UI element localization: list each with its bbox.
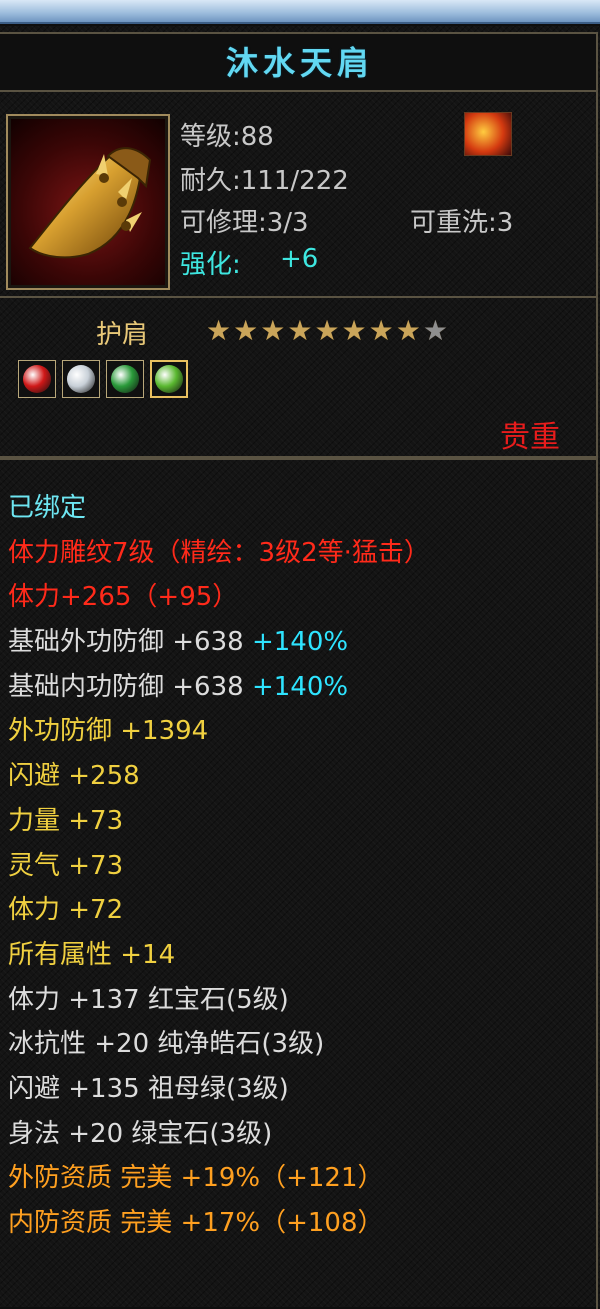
gem-attribute-line: 冰抗性 +20 纯净皓石(3级) [8, 1029, 325, 1060]
gem-socket-icon[interactable] [106, 360, 144, 398]
gem-attribute-line: 闪避 +135 祖母绿(3级) [8, 1073, 289, 1104]
window-title-strip [0, 0, 600, 24]
star-icon: ★ [395, 314, 421, 347]
star-icon: ★ [233, 314, 259, 347]
item-slot: 护肩 [96, 320, 149, 350]
item-icon [6, 114, 170, 290]
gem-sockets [18, 360, 188, 398]
attribute-line: 体力 +72 [8, 895, 124, 926]
attribute-line: 体力雕纹7级（精绘：3级2等·猛击） [8, 537, 430, 568]
star-icon: ★ [368, 314, 394, 347]
attribute-line: 闪避 +258 [8, 761, 140, 792]
bound-status: 已绑定 [8, 493, 87, 523]
gem-attribute-line: 身法 +20 绿宝石(3级) [8, 1118, 273, 1149]
attribute-line: 体力+265（+95） [8, 582, 239, 613]
star-icon: ★ [422, 314, 448, 347]
item-level: 等级:88 [180, 122, 274, 152]
star-icon: ★ [287, 314, 313, 347]
fire-emblem-icon [464, 112, 512, 156]
gem-attribute-line: 体力 +137 红宝石(5级) [8, 984, 289, 1015]
star-icon: ★ [314, 314, 340, 347]
gem-socket-icon[interactable] [150, 360, 188, 398]
rarity-label: 贵重 [500, 420, 560, 455]
gem-icon [23, 365, 51, 393]
item-durability: 耐久:111/222 [180, 166, 349, 196]
gem-icon [67, 365, 95, 393]
attribute-list: 已绑定 体力雕纹7级（精绘：3级2等·猛击） 体力+265（+95） 基础外功防… [8, 486, 598, 1246]
attribute-line: 基础内功防御 +638 +140% [8, 671, 349, 702]
star-rating: ★ ★ ★ ★ ★ ★ ★ ★ ★ [206, 317, 448, 345]
attribute-line: 所有属性 +14 [8, 939, 176, 970]
shoulder-armor-icon [28, 147, 152, 259]
gem-socket-icon[interactable] [62, 360, 100, 398]
item-name: 沐水天肩 [225, 44, 374, 82]
gem-socket-icon[interactable] [18, 360, 56, 398]
item-enhance-label: 强化: [180, 250, 241, 280]
quality-line: 外防资质 完美 +19%（+121） [8, 1163, 384, 1194]
attribute-line: 灵气 +73 [8, 850, 124, 881]
attribute-line: 外功防御 +1394 [8, 716, 209, 747]
star-icon: ★ [206, 314, 232, 347]
item-repair: 可修理:3/3 [180, 208, 309, 238]
attribute-line: 基础外功防御 +638 +140% [8, 627, 349, 658]
item-rewash: 可重洗:3 [410, 208, 514, 238]
attribute-line: 力量 +73 [8, 805, 124, 836]
star-icon: ★ [341, 314, 367, 347]
quality-line: 内防资质 完美 +17%（+108） [8, 1208, 384, 1238]
item-enhance-value: +6 [280, 244, 319, 274]
gem-icon [111, 365, 139, 393]
star-icon: ★ [260, 314, 286, 347]
gem-icon [155, 365, 183, 393]
